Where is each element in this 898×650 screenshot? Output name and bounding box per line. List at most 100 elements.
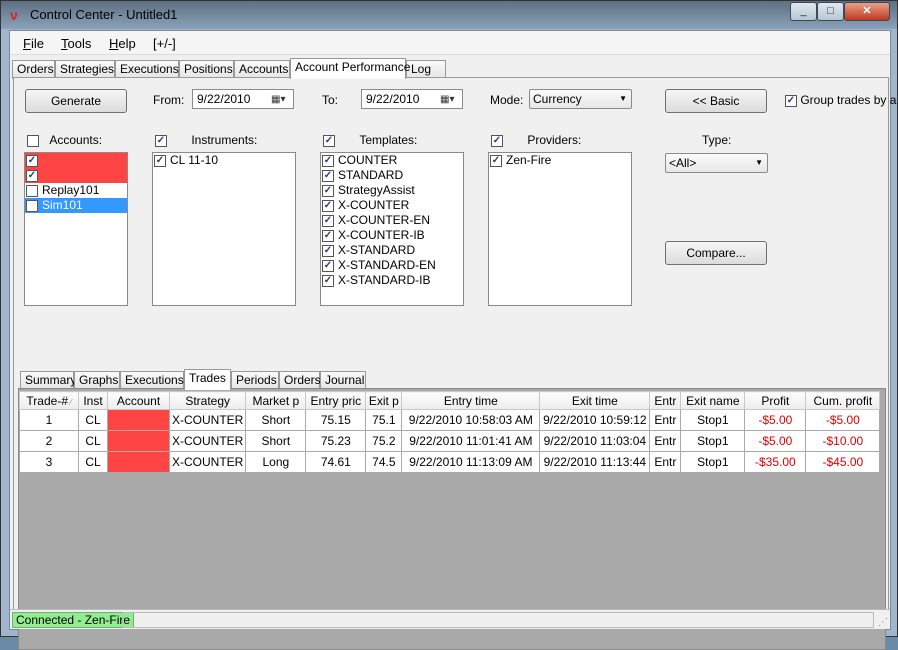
- cell-strategy: X-COUNTER: [168, 451, 247, 473]
- menu-expand[interactable]: [+/-]: [153, 36, 176, 51]
- list-item[interactable]: ✓ X-COUNTER-IB: [321, 228, 463, 243]
- accounts-select-all-checkbox[interactable]: [27, 134, 39, 147]
- account-checkbox[interactable]: [26, 184, 38, 197]
- account-checkbox[interactable]: ✓: [26, 169, 38, 182]
- tab-account-performance[interactable]: Account Performance: [290, 58, 410, 79]
- menu-help[interactable]: Help: [109, 36, 136, 51]
- menu-bar: File Tools Help [+/-]: [10, 31, 890, 55]
- from-date-value: 9/22/2010: [197, 92, 251, 106]
- template-checkbox[interactable]: ✓: [322, 274, 334, 287]
- template-checkbox[interactable]: ✓: [322, 184, 334, 197]
- template-checkbox[interactable]: ✓: [322, 259, 334, 272]
- type-dropdown[interactable]: <All> ▼: [665, 153, 768, 173]
- template-checkbox[interactable]: ✓: [322, 229, 334, 242]
- cell-exit-name: Stop1: [680, 451, 746, 473]
- menu-tools[interactable]: Tools: [61, 36, 91, 51]
- instruments-label: Instruments:: [191, 133, 258, 147]
- providers-list[interactable]: ✓ Zen-Fire: [488, 152, 632, 306]
- calendar-icon[interactable]: ▦▾: [440, 93, 460, 106]
- resize-grip-icon[interactable]: ⋰: [878, 617, 888, 628]
- account-checkbox[interactable]: [26, 199, 38, 212]
- column-header-profit[interactable]: Profit: [744, 391, 807, 410]
- account-checkbox[interactable]: ✓: [26, 154, 38, 167]
- mode-label: Mode:: [490, 93, 524, 107]
- list-item[interactable]: ✓ X-STANDARD: [321, 243, 463, 258]
- column-header-account[interactable]: Account: [107, 391, 170, 410]
- list-item[interactable]: ✓: [25, 153, 127, 168]
- list-item[interactable]: ✓: [25, 168, 127, 183]
- column-header-exit-name[interactable]: Exit name: [680, 391, 746, 410]
- instrument-checkbox[interactable]: ✓: [154, 154, 166, 167]
- list-item[interactable]: ✓ X-COUNTER: [321, 198, 463, 213]
- column-header-market-position[interactable]: Market p: [245, 391, 307, 410]
- to-date-picker[interactable]: 9/22/2010 ▦▾: [361, 89, 463, 109]
- list-item[interactable]: ✓ X-COUNTER-EN: [321, 213, 463, 228]
- accounts-label: Accounts:: [49, 133, 103, 147]
- list-item[interactable]: ✓ X-STANDARD-IB: [321, 273, 463, 288]
- cell-account: [107, 430, 170, 452]
- table-row[interactable]: 1 CL X-COUNTER Short 75.15 75.1 9/22/201…: [19, 409, 881, 431]
- cell-strategy: X-COUNTER: [168, 409, 247, 431]
- template-name: X-COUNTER-IB: [338, 228, 425, 242]
- cell-exit-time: 9/22/2010 11:03:04: [539, 430, 651, 452]
- list-item[interactable]: ✓ COUNTER: [321, 153, 463, 168]
- tab-trades[interactable]: Trades: [184, 369, 231, 390]
- template-name: STANDARD: [338, 168, 404, 182]
- templates-label: Templates:: [359, 133, 418, 147]
- template-checkbox[interactable]: ✓: [322, 199, 334, 212]
- column-header-entry-name[interactable]: Entr: [649, 391, 682, 410]
- accounts-list[interactable]: ✓ ✓ Replay101 Sim101: [24, 152, 128, 306]
- template-checkbox[interactable]: ✓: [322, 169, 334, 182]
- column-header-cum-profit[interactable]: Cum. profit: [805, 391, 881, 410]
- template-name: X-COUNTER: [338, 198, 410, 212]
- list-item[interactable]: ✓ StrategyAssist: [321, 183, 463, 198]
- cell-market-position: Short: [245, 430, 307, 452]
- instruments-select-all-checkbox[interactable]: ✓: [155, 134, 167, 147]
- cell-exit-price: 74.5: [365, 451, 403, 473]
- menu-file[interactable]: File: [23, 36, 44, 51]
- cell-cum-profit: -$5.00: [805, 409, 881, 431]
- close-button[interactable]: ✕: [844, 2, 890, 21]
- column-header-exit-time[interactable]: Exit time: [539, 391, 651, 410]
- maximize-button[interactable]: □: [817, 2, 844, 21]
- template-checkbox[interactable]: ✓: [322, 244, 334, 257]
- providers-select-all-checkbox[interactable]: ✓: [491, 134, 503, 147]
- from-date-picker[interactable]: 9/22/2010 ▦▾: [192, 89, 294, 109]
- list-item[interactable]: ✓ X-STANDARD-EN: [321, 258, 463, 273]
- table-row[interactable]: 3 CL X-COUNTER Long 74.61 74.5 9/22/2010…: [19, 451, 881, 473]
- compare-button[interactable]: Compare...: [665, 241, 767, 265]
- template-checkbox[interactable]: ✓: [322, 154, 334, 167]
- cell-entry-price: 74.61: [305, 451, 367, 473]
- templates-select-all-checkbox[interactable]: ✓: [323, 134, 335, 147]
- list-item[interactable]: Sim101: [25, 198, 127, 213]
- list-item[interactable]: Replay101: [25, 183, 127, 198]
- group-trades-checkbox[interactable]: ✓: [785, 94, 797, 107]
- provider-checkbox[interactable]: ✓: [490, 154, 502, 167]
- table-row[interactable]: 2 CL X-COUNTER Short 75.23 75.2 9/22/201…: [19, 430, 881, 452]
- template-checkbox[interactable]: ✓: [322, 214, 334, 227]
- minimize-button[interactable]: _: [790, 2, 817, 21]
- list-item[interactable]: ✓ STANDARD: [321, 168, 463, 183]
- list-item[interactable]: ✓ CL 11-10: [153, 153, 295, 168]
- templates-list[interactable]: ✓ COUNTER ✓ STANDARD ✓ StrategyAssist ✓ X-CO…: [320, 152, 464, 306]
- title-bar[interactable]: ν Control Center - Untitled1 _ □ ✕: [1, 1, 897, 29]
- column-header-entry-time[interactable]: Entry time: [401, 391, 541, 410]
- cell-market-position: Short: [245, 409, 307, 431]
- template-name: X-STANDARD: [338, 243, 416, 257]
- from-label: From:: [153, 93, 185, 107]
- column-header-exit-price[interactable]: Exit p: [365, 391, 403, 410]
- group-trades-option[interactable]: ✓ Group trades by a: [785, 93, 896, 107]
- accounts-header: Accounts:: [27, 133, 102, 147]
- list-item[interactable]: ✓ Zen-Fire: [489, 153, 631, 168]
- column-header-strategy[interactable]: Strategy: [168, 391, 247, 410]
- mode-dropdown[interactable]: Currency ▼: [529, 89, 632, 109]
- calendar-icon[interactable]: ▦▾: [271, 93, 291, 106]
- column-header-trade-number[interactable]: Trade-# ⁄: [19, 391, 79, 410]
- column-header-inst[interactable]: Inst: [78, 391, 108, 410]
- trades-table: Trade-# ⁄ Inst Account Strategy Market p…: [19, 391, 881, 473]
- column-header-entry-price[interactable]: Entry pric: [305, 391, 367, 410]
- instruments-list[interactable]: ✓ CL 11-10: [152, 152, 296, 306]
- generate-button[interactable]: Generate: [25, 89, 127, 113]
- basic-button[interactable]: << Basic: [665, 89, 767, 113]
- cell-entry-name: Entr: [649, 430, 682, 452]
